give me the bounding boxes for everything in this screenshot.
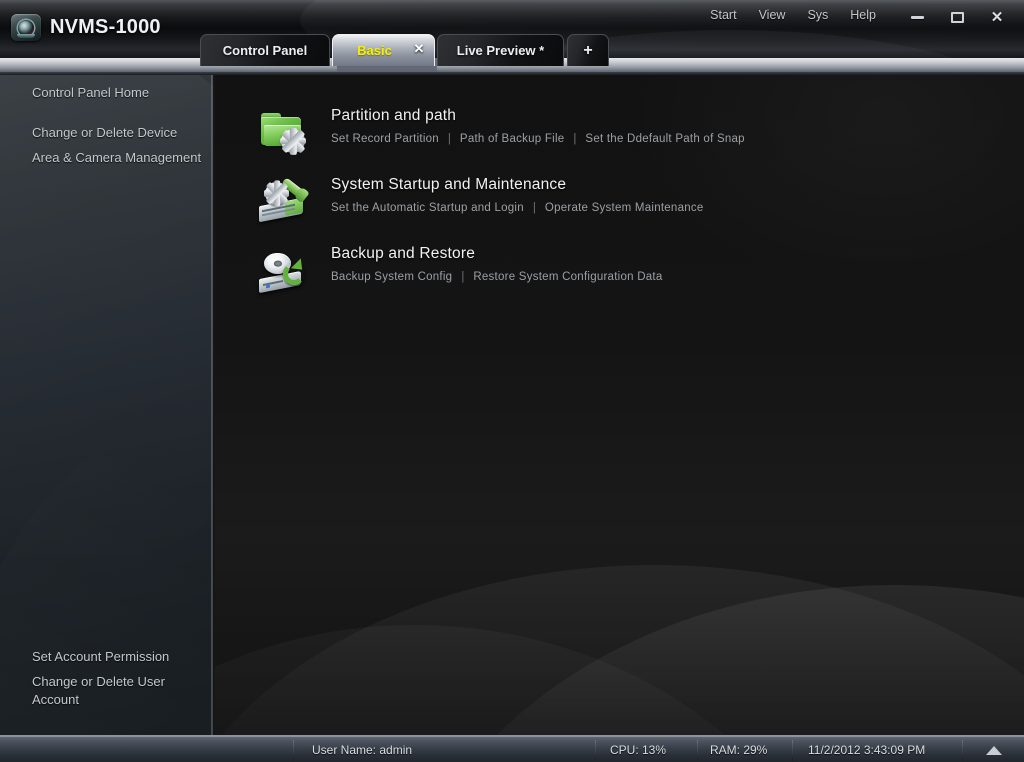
gear-teeth — [263, 180, 290, 207]
minimize-icon — [910, 15, 924, 19]
link-set-record-partition[interactable]: Set Record Partition — [331, 133, 439, 145]
sidebar: Control Panel Home Change or Delete Devi… — [0, 75, 213, 735]
menu-bar: Start View Sys Help — [710, 8, 876, 22]
section-title: Partition and path — [331, 107, 457, 124]
tab-live-preview[interactable]: Live Preview * — [437, 34, 564, 66]
gear-shape — [263, 180, 290, 207]
gear-teeth — [279, 127, 307, 155]
link-separator: | — [532, 202, 536, 214]
menu-item-help[interactable]: Help — [850, 8, 876, 22]
status-divider — [792, 740, 793, 761]
application-window: NVMS-1000 Start View Sys Help ✕ Control … — [0, 0, 1024, 762]
status-divider — [595, 740, 596, 761]
status-divider — [697, 740, 698, 761]
close-button[interactable]: ✕ — [978, 6, 1016, 28]
section-links: Set Record Partition | Path of Backup Fi… — [331, 133, 745, 145]
main-wave-decoration-2 — [395, 585, 1024, 735]
plus-icon: + — [583, 41, 593, 59]
tab-label: Control Panel — [222, 43, 308, 58]
backup-restore-disc-icon — [259, 249, 311, 295]
link-restore-system-configuration-data[interactable]: Restore System Configuration Data — [473, 271, 662, 283]
status-divider — [293, 740, 294, 761]
sidebar-divider — [211, 75, 213, 735]
section-title: System Startup and Maintenance — [331, 176, 567, 193]
toolbar-rail-shadow — [0, 72, 1024, 75]
close-icon: ✕ — [990, 8, 1004, 26]
maximize-button[interactable] — [938, 6, 976, 28]
status-datetime: 11/2/2012 3:43:09 PM — [808, 743, 926, 757]
status-divider — [962, 740, 963, 761]
section-links: Backup System Config | Restore System Co… — [331, 271, 662, 283]
section-system-startup-and-maintenance: System Startup and Maintenance Set the A… — [259, 176, 704, 226]
tab-close-icon[interactable]: ✕ — [412, 42, 426, 56]
link-path-of-backup-file[interactable]: Path of Backup File — [460, 133, 564, 145]
status-user-name: User Name: admin — [312, 743, 413, 757]
link-separator: | — [573, 133, 577, 145]
section-title: Backup and Restore — [331, 245, 476, 262]
link-backup-system-config[interactable]: Backup System Config — [331, 271, 452, 283]
sidebar-item-change-or-delete-device[interactable]: Change or Delete Device — [32, 124, 177, 142]
main-panel: Partition and path Set Record Partition … — [215, 75, 1024, 735]
folder-gear-icon — [259, 111, 311, 157]
sidebar-item-change-or-delete-user-account[interactable]: Change or Delete User Account — [32, 673, 182, 709]
section-links: Set the Automatic Startup and Login | Op… — [331, 202, 704, 214]
tab-label: Basic — [357, 43, 392, 58]
status-ram: RAM: 29% — [710, 743, 768, 757]
main-wave-decoration-3 — [215, 625, 865, 735]
status-cpu: CPU: 13% — [610, 743, 667, 757]
minimize-button[interactable] — [898, 6, 936, 28]
triangle-up-icon[interactable] — [986, 746, 1002, 755]
tab-label: Live Preview * — [456, 43, 545, 58]
maximize-icon — [950, 11, 964, 23]
link-separator: | — [447, 133, 451, 145]
restore-arrow-icon — [283, 258, 308, 285]
link-set-default-path-of-snap[interactable]: Set the Ddefault Path of Snap — [585, 133, 744, 145]
menu-item-start[interactable]: Start — [710, 8, 736, 22]
section-text: Backup and Restore Backup System Config … — [331, 245, 662, 283]
section-text: System Startup and Maintenance Set the A… — [331, 176, 704, 214]
window-controls: ✕ — [898, 6, 1016, 28]
tab-control-panel[interactable]: Control Panel — [200, 34, 330, 66]
sidebar-item-set-account-permission[interactable]: Set Account Permission — [32, 648, 169, 666]
menu-item-sys[interactable]: Sys — [807, 8, 828, 22]
link-separator: | — [461, 271, 465, 283]
section-partition-and-path: Partition and path Set Record Partition … — [259, 107, 745, 157]
add-tab-button[interactable]: + — [567, 34, 609, 66]
content-body: Control Panel Home Change or Delete Devi… — [0, 75, 1024, 735]
sidebar-item-control-panel-home[interactable]: Control Panel Home — [32, 84, 149, 102]
sidebar-decoration-top — [0, 75, 213, 555]
sidebar-item-area-camera-management[interactable]: Area & Camera Management — [32, 149, 201, 167]
section-backup-and-restore: Backup and Restore Backup System Config … — [259, 245, 662, 295]
status-bar: User Name: admin CPU: 13% RAM: 29% 11/2/… — [0, 735, 1024, 762]
tab-basic[interactable]: Basic ✕ — [332, 34, 435, 66]
gear-shape — [279, 127, 307, 155]
main-wave-decoration-1 — [215, 565, 1024, 735]
tab-strip: Control Panel Basic ✕ Live Preview * + — [0, 30, 609, 66]
link-set-automatic-startup-and-login[interactable]: Set the Automatic Startup and Login — [331, 202, 524, 214]
link-operate-system-maintenance[interactable]: Operate System Maintenance — [545, 202, 704, 214]
section-text: Partition and path Set Record Partition … — [331, 107, 745, 145]
system-maintenance-icon — [259, 177, 311, 226]
menu-item-view[interactable]: View — [759, 8, 786, 22]
